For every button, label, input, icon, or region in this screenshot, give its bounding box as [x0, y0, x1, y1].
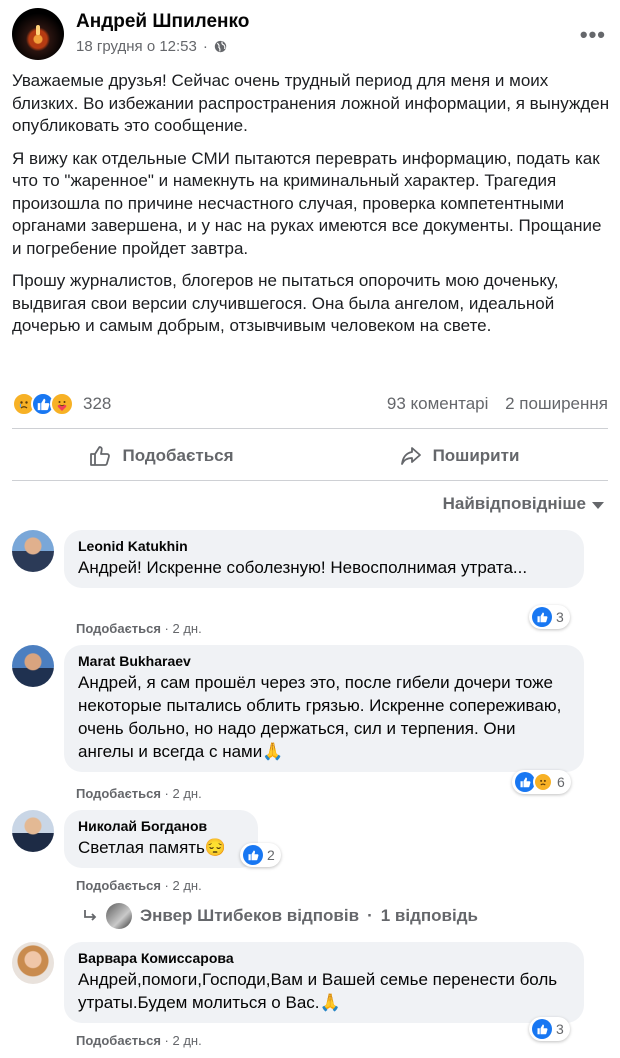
share-button-label: Поширити — [432, 446, 520, 465]
comment-like-button[interactable]: Подобається — [76, 878, 161, 893]
caret-down-icon — [592, 502, 604, 509]
post-paragraph: Прошу журналистов, блогеров не пытаться … — [12, 271, 559, 335]
comment: Leonid Katukhin Андрей! Искренне соболез… — [12, 530, 608, 640]
post-actions: Подобається Поширити — [12, 434, 608, 478]
comment: Варвара Комиссарова Андрей,помоги,Господ… — [12, 942, 608, 1052]
commenter-avatar[interactable] — [12, 942, 54, 984]
commenter-name[interactable]: Marat Bukharaev — [78, 653, 570, 669]
comment-bubble: Николай Богданов Светлая память😔 — [64, 810, 258, 868]
comment-reaction-count: 6 — [557, 774, 565, 790]
comment-bubble: Варвара Комиссарова Андрей,помоги,Господ… — [64, 942, 584, 1023]
commenter-name[interactable]: Николай Богданов — [78, 818, 244, 834]
sort-label: Найвідповідніше — [442, 494, 586, 513]
comment-reactions[interactable]: 6 — [512, 770, 571, 794]
comment-reaction-count: 2 — [267, 847, 275, 863]
comment-actions: Подобається · 2 дн. — [76, 878, 202, 893]
post-header: Андрей Шпиленко 18 грудня о 12:53 · ••• — [12, 8, 608, 60]
comment-sort-dropdown[interactable]: Найвідповідніше — [443, 494, 604, 514]
stats-right: 93 коментарі 2 поширення — [375, 394, 608, 414]
author-avatar[interactable] — [12, 8, 64, 60]
replier-avatar — [106, 903, 132, 929]
comment-time[interactable]: 2 дн. — [172, 786, 201, 801]
post-stats: 328 93 коментарі 2 поширення — [12, 390, 608, 418]
comment: Marat Bukharaev Андрей, я сам прошёл чер… — [12, 645, 608, 805]
like-reaction-icon — [532, 607, 552, 627]
commenter-avatar[interactable] — [12, 645, 54, 687]
share-arrow-icon — [400, 447, 421, 465]
comment-like-button[interactable]: Подобається — [76, 1033, 161, 1048]
comment-reaction-count: 3 — [556, 1021, 564, 1037]
thumbs-up-icon — [90, 446, 111, 466]
reply-arrow-icon — [84, 910, 97, 921]
meta-separator: · — [202, 38, 208, 55]
comment-time[interactable]: 2 дн. — [172, 1033, 201, 1048]
like-reaction-icon — [243, 845, 263, 865]
post-author-name[interactable]: Андрей Шпиленко — [76, 11, 249, 33]
comment-text: Светлая память😔 — [78, 838, 227, 857]
comment-reaction-count: 3 — [556, 609, 564, 625]
commenter-avatar[interactable] — [12, 810, 54, 852]
sad-reaction-icon — [533, 772, 553, 792]
care-reaction-icon — [50, 392, 74, 416]
comment-bubble: Marat Bukharaev Андрей, я сам прошёл чер… — [64, 645, 584, 772]
like-button[interactable]: Подобається — [12, 434, 310, 478]
comment-actions: Подобається · 2 дн. — [76, 1033, 202, 1048]
comment-text: Андрей,помоги,Господи,Вам и Вашей семье … — [78, 970, 558, 1012]
like-reaction-icon — [515, 772, 535, 792]
post-paragraph: Я вижу как отдельные СМИ пытаются перевр… — [12, 148, 602, 258]
replies-author-text: Энвер Штибеков відповів — [140, 906, 360, 925]
commenter-avatar[interactable] — [12, 530, 54, 572]
share-button[interactable]: Поширити — [310, 434, 608, 478]
divider — [12, 428, 608, 429]
globe-icon — [214, 40, 227, 53]
post-paragraph: Уважаемые друзья! Сейчас очень трудный п… — [12, 71, 610, 135]
comment-like-button[interactable]: Подобається — [76, 621, 161, 636]
more-options-icon[interactable]: ••• — [580, 22, 606, 48]
post-body: Уважаемые друзья! Сейчас очень трудный п… — [12, 70, 610, 348]
comment-text: Андрей! Искренне соболезную! Невосполним… — [78, 558, 528, 577]
like-button-label: Подобається — [122, 446, 234, 465]
comment-reactions[interactable]: 2 — [240, 843, 281, 867]
reaction-count: 328 — [83, 394, 112, 413]
comment-time[interactable]: 2 дн. — [172, 621, 201, 636]
comments-count-link[interactable]: 93 коментарі — [387, 394, 489, 413]
replies-count: 1 відповідь — [380, 906, 478, 925]
comment-actions: Подобається · 2 дн. — [76, 786, 202, 801]
comment-reactions[interactable]: 3 — [529, 1017, 570, 1041]
comment-text: Андрей, я сам прошёл через это, после ги… — [78, 673, 562, 761]
comment: Николай Богданов Светлая память😔 2 Подоб… — [12, 810, 608, 895]
view-replies-link[interactable]: Энвер Штибеков відповів · 1 відповідь — [82, 903, 478, 929]
comment-bubble: Leonid Katukhin Андрей! Искренне соболез… — [64, 530, 584, 588]
replies-separator: · — [367, 906, 373, 925]
shares-count-link[interactable]: 2 поширення — [505, 394, 608, 413]
like-reaction-icon — [532, 1019, 552, 1039]
comment-time[interactable]: 2 дн. — [172, 878, 201, 893]
post-meta: 18 грудня о 12:53 · — [76, 38, 227, 55]
comment-actions: Подобається · 2 дн. — [76, 621, 202, 636]
commenter-name[interactable]: Варвара Комиссарова — [78, 950, 570, 966]
divider — [12, 480, 608, 481]
post-timestamp[interactable]: 18 грудня о 12:53 — [76, 38, 197, 55]
comment-like-button[interactable]: Подобається — [76, 786, 161, 801]
comment-reactions[interactable]: 3 — [529, 605, 570, 629]
commenter-name[interactable]: Leonid Katukhin — [78, 538, 570, 554]
reactions-summary[interactable]: 328 — [12, 392, 111, 416]
